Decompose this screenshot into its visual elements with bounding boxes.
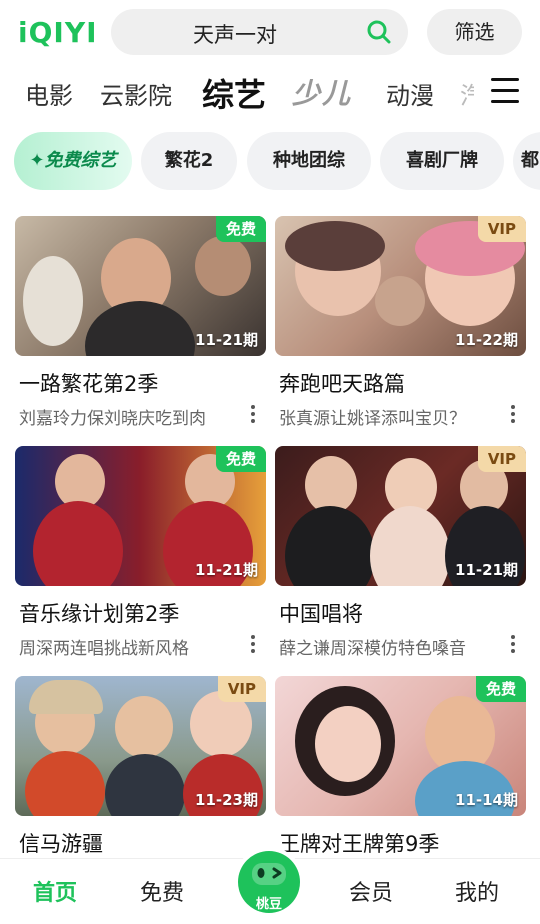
free-badge: 免费 xyxy=(475,676,526,702)
taodou-mascot-icon: 桃豆 xyxy=(238,851,300,913)
video-subtitle: 张真源让姚译添叫宝贝？ xyxy=(279,409,466,429)
taodou-label: 桃豆 xyxy=(255,897,282,912)
more-options-icon[interactable] xyxy=(510,405,516,425)
video-title[interactable]: 王牌对王牌第9季 xyxy=(275,828,526,858)
free-badge: 免费 xyxy=(215,446,266,472)
episode-label: 11-14期 xyxy=(455,791,518,809)
video-subtitle: 薛之谦周深模仿特色嗓音 xyxy=(279,639,466,659)
more-options-icon[interactable] xyxy=(510,635,516,655)
tab-kids[interactable]: 少儿 xyxy=(292,72,352,112)
video-title[interactable]: 奔跑吧天路篇 xyxy=(275,368,526,398)
vip-badge: VIP xyxy=(477,216,526,242)
video-title[interactable]: 信马游疆 xyxy=(15,828,266,858)
filter-button[interactable]: 筛选 xyxy=(427,9,522,55)
more-options-icon[interactable] xyxy=(250,405,256,425)
category-tabs: 电影 云影院 综艺 少儿 动漫 汽 xyxy=(0,64,540,120)
video-title[interactable]: 中国唱将 xyxy=(275,598,526,628)
video-thumbnail[interactable]: 免费 11-21期 xyxy=(15,446,266,586)
chip-fanhua2[interactable]: 繁花2 xyxy=(141,132,237,190)
menu-icon[interactable] xyxy=(491,78,519,104)
episode-label: 11-22期 xyxy=(455,331,518,349)
vip-badge: VIP xyxy=(477,446,526,472)
top-bar: iQIYI 天声一对 筛选 xyxy=(0,0,540,64)
nav-home[interactable]: 首页 xyxy=(33,875,77,907)
tab-cloud-cinema[interactable]: 云影院 xyxy=(100,76,172,111)
video-title[interactable]: 音乐缘计划第2季 xyxy=(15,598,266,628)
search-bar[interactable]: 天声一对 xyxy=(111,9,408,55)
video-subtitle: 周深两连唱挑战新风格 xyxy=(19,639,189,659)
free-badge: 免费 xyxy=(215,216,266,242)
video-thumbnail[interactable]: 免费 11-14期 xyxy=(275,676,526,816)
chip-farming-group[interactable]: 种地团综 xyxy=(247,132,371,190)
video-card[interactable]: 免费 11-21期 一路繁花第2季 刘嘉玲力保刘晓庆吃到肉 xyxy=(15,216,266,429)
episode-label: 11-23期 xyxy=(195,791,258,809)
tab-anime[interactable]: 动漫 xyxy=(386,76,434,111)
video-thumbnail[interactable]: VIP 11-22期 xyxy=(275,216,526,356)
chip-more[interactable]: 都 xyxy=(513,132,540,190)
video-subtitle: 刘嘉玲力保刘晓庆吃到肉 xyxy=(19,409,206,429)
video-card[interactable]: VIP 11-21期 中国唱将 薛之谦周深模仿特色嗓音 xyxy=(275,446,526,659)
video-title[interactable]: 一路繁花第2季 xyxy=(15,368,266,398)
chip-label: 免费综艺 xyxy=(44,150,117,171)
filter-chips: ✦免费综艺 繁花2 种地团综 喜剧厂牌 都 xyxy=(0,130,540,194)
episode-label: 11-21期 xyxy=(195,331,258,349)
tab-movie[interactable]: 电影 xyxy=(25,76,73,111)
nav-mine[interactable]: 我的 xyxy=(455,875,499,907)
video-card[interactable]: 免费 11-21期 音乐缘计划第2季 周深两连唱挑战新风格 xyxy=(15,446,266,659)
sparkle-icon: ✦ xyxy=(29,150,45,171)
chip-comedy[interactable]: 喜剧厂牌 xyxy=(380,132,504,190)
iqiyi-logo[interactable]: iQIYI xyxy=(18,16,98,49)
taodou-button[interactable]: 桃豆 xyxy=(234,847,304,917)
vip-badge: VIP xyxy=(217,676,266,702)
nav-vip[interactable]: 会员 xyxy=(349,875,393,907)
nav-free[interactable]: 免费 xyxy=(140,875,184,907)
more-options-icon[interactable] xyxy=(250,635,256,655)
episode-label: 11-21期 xyxy=(455,561,518,579)
tab-auto[interactable]: 汽 xyxy=(460,76,474,111)
video-thumbnail[interactable]: VIP 11-21期 xyxy=(275,446,526,586)
search-icon[interactable] xyxy=(366,19,392,45)
episode-label: 11-21期 xyxy=(195,561,258,579)
tab-variety[interactable]: 综艺 xyxy=(202,70,266,116)
video-card[interactable]: VIP 11-22期 奔跑吧天路篇 张真源让姚译添叫宝贝？ xyxy=(275,216,526,429)
video-thumbnail[interactable]: 免费 11-21期 xyxy=(15,216,266,356)
video-card[interactable]: VIP 11-23期 信马游疆 xyxy=(15,676,266,858)
search-query[interactable]: 天声一对 xyxy=(193,19,277,49)
video-thumbnail[interactable]: VIP 11-23期 xyxy=(15,676,266,816)
video-card[interactable]: 免费 11-14期 王牌对王牌第9季 xyxy=(275,676,526,858)
chip-free-variety[interactable]: ✦免费综艺 xyxy=(14,132,132,190)
mascot-face-icon xyxy=(252,863,286,885)
